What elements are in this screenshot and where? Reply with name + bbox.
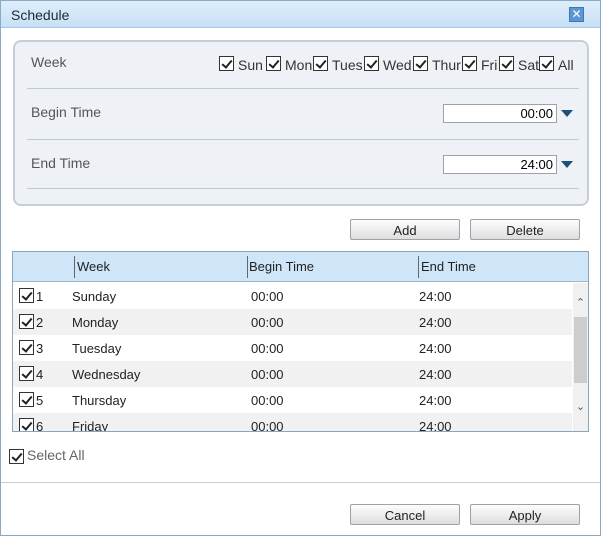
row-end-time: 24:00 bbox=[419, 315, 452, 330]
day-wed-label: Wed bbox=[383, 57, 411, 73]
divider bbox=[27, 188, 579, 189]
day-sun-checkbox[interactable] bbox=[219, 56, 234, 71]
schedule-dialog: Schedule ✕ Week Sun Mon Tues Wed Thur Fr… bbox=[0, 0, 601, 536]
row-index: 5 bbox=[36, 393, 44, 408]
begin-time-row: Begin Time bbox=[15, 92, 587, 142]
row-checkbox[interactable] bbox=[19, 288, 34, 303]
day-all-label: All bbox=[558, 57, 574, 73]
day-tues-label: Tues bbox=[332, 57, 363, 73]
day-mon-checkbox[interactable] bbox=[266, 56, 281, 71]
row-index: 2 bbox=[36, 315, 44, 330]
row-checkbox[interactable] bbox=[19, 366, 34, 381]
row-end-time: 24:00 bbox=[419, 367, 452, 382]
day-sat-label: Sat bbox=[518, 57, 540, 73]
row-week: Sunday bbox=[72, 289, 117, 304]
divider bbox=[27, 88, 579, 89]
row-end-time: 24:00 bbox=[419, 393, 452, 408]
dialog-title: Schedule bbox=[11, 7, 70, 23]
begin-time-label: Begin Time bbox=[31, 104, 102, 120]
row-index: 4 bbox=[36, 367, 44, 382]
day-sat-checkbox[interactable] bbox=[499, 56, 514, 71]
close-button[interactable]: ✕ bbox=[569, 7, 584, 22]
row-index: 6 bbox=[36, 419, 44, 431]
cancel-button[interactable]: Cancel bbox=[350, 504, 460, 525]
table-body: 1 Sunday 00:00 24:00 2 Monday 00:00 24:0… bbox=[13, 283, 572, 431]
table-row[interactable]: 6 Friday 00:00 24:00 bbox=[13, 413, 572, 431]
row-begin-time: 00:00 bbox=[251, 289, 284, 304]
row-begin-time: 00:00 bbox=[251, 393, 284, 408]
schedule-table: Week Begin Time End Time 1 Sunday 00:00 … bbox=[12, 251, 589, 432]
chevron-up-icon[interactable]: ⌃ bbox=[575, 297, 586, 309]
row-week: Friday bbox=[72, 419, 109, 431]
column-separator[interactable] bbox=[418, 256, 419, 278]
close-icon[interactable]: ✕ bbox=[571, 7, 581, 21]
row-end-time: 24:00 bbox=[419, 289, 452, 304]
column-separator[interactable] bbox=[74, 256, 75, 278]
table-row[interactable]: 3 Tuesday 00:00 24:00 bbox=[13, 335, 572, 361]
begin-time-dropdown-icon[interactable] bbox=[561, 110, 573, 117]
row-checkbox[interactable] bbox=[19, 418, 34, 431]
end-time-label: End Time bbox=[31, 155, 91, 171]
table-scrollbar[interactable]: ⌃ ⌄ bbox=[573, 283, 588, 431]
row-end-time: 24:00 bbox=[419, 341, 452, 356]
table-header: Week Begin Time End Time bbox=[13, 252, 588, 282]
day-tues-checkbox[interactable] bbox=[313, 56, 328, 71]
row-week: Tuesday bbox=[72, 341, 122, 356]
day-wed-checkbox[interactable] bbox=[364, 56, 379, 71]
week-row: Week Sun Mon Tues Wed Thur Fri Sat All bbox=[15, 42, 587, 92]
day-mon-label: Mon bbox=[285, 57, 312, 73]
row-begin-time: 00:00 bbox=[251, 341, 284, 356]
footer-divider bbox=[1, 482, 600, 483]
end-time-dropdown-icon[interactable] bbox=[561, 161, 573, 168]
table-row[interactable]: 4 Wednesday 00:00 24:00 bbox=[13, 361, 572, 387]
apply-button[interactable]: Apply bbox=[470, 504, 580, 525]
row-week: Thursday bbox=[72, 393, 127, 408]
day-fri-checkbox[interactable] bbox=[462, 56, 477, 71]
day-thur-label: Thur bbox=[432, 57, 461, 73]
column-separator[interactable] bbox=[247, 256, 248, 278]
row-end-time: 24:00 bbox=[419, 419, 452, 431]
column-header-end-time[interactable]: End Time bbox=[421, 259, 476, 274]
chevron-down-icon[interactable]: ⌄ bbox=[575, 401, 586, 413]
table-row[interactable]: 1 Sunday 00:00 24:00 bbox=[13, 283, 572, 309]
begin-time-input[interactable] bbox=[443, 104, 557, 123]
divider bbox=[27, 139, 579, 140]
table-row[interactable]: 5 Thursday 00:00 24:00 bbox=[13, 387, 572, 413]
select-all-label: Select All bbox=[27, 447, 85, 463]
end-time-input[interactable] bbox=[443, 155, 557, 174]
day-sun-label: Sun bbox=[238, 57, 262, 73]
end-time-row: End Time bbox=[15, 143, 587, 193]
delete-button[interactable]: Delete bbox=[470, 219, 580, 240]
select-all-checkbox[interactable] bbox=[9, 449, 24, 464]
row-checkbox[interactable] bbox=[19, 392, 34, 407]
row-checkbox[interactable] bbox=[19, 314, 34, 329]
schedule-filter-panel: Week Sun Mon Tues Wed Thur Fri Sat All B… bbox=[13, 40, 589, 206]
column-header-begin-time[interactable]: Begin Time bbox=[249, 259, 314, 274]
row-checkbox[interactable] bbox=[19, 340, 34, 355]
row-begin-time: 00:00 bbox=[251, 419, 284, 431]
add-button[interactable]: Add bbox=[350, 219, 460, 240]
row-week: Wednesday bbox=[72, 367, 141, 382]
row-index: 1 bbox=[36, 289, 44, 304]
table-row[interactable]: 2 Monday 00:00 24:00 bbox=[13, 309, 572, 335]
day-thur-checkbox[interactable] bbox=[413, 56, 428, 71]
row-begin-time: 00:00 bbox=[251, 367, 284, 382]
day-all-checkbox[interactable] bbox=[539, 56, 554, 71]
title-bar: Schedule ✕ bbox=[1, 1, 600, 28]
row-index: 3 bbox=[36, 341, 44, 356]
week-label: Week bbox=[31, 54, 67, 70]
row-week: Monday bbox=[72, 315, 119, 330]
column-header-week[interactable]: Week bbox=[77, 259, 110, 274]
scrollbar-thumb[interactable] bbox=[574, 317, 587, 383]
row-begin-time: 00:00 bbox=[251, 315, 284, 330]
day-fri-label: Fri bbox=[481, 57, 498, 73]
